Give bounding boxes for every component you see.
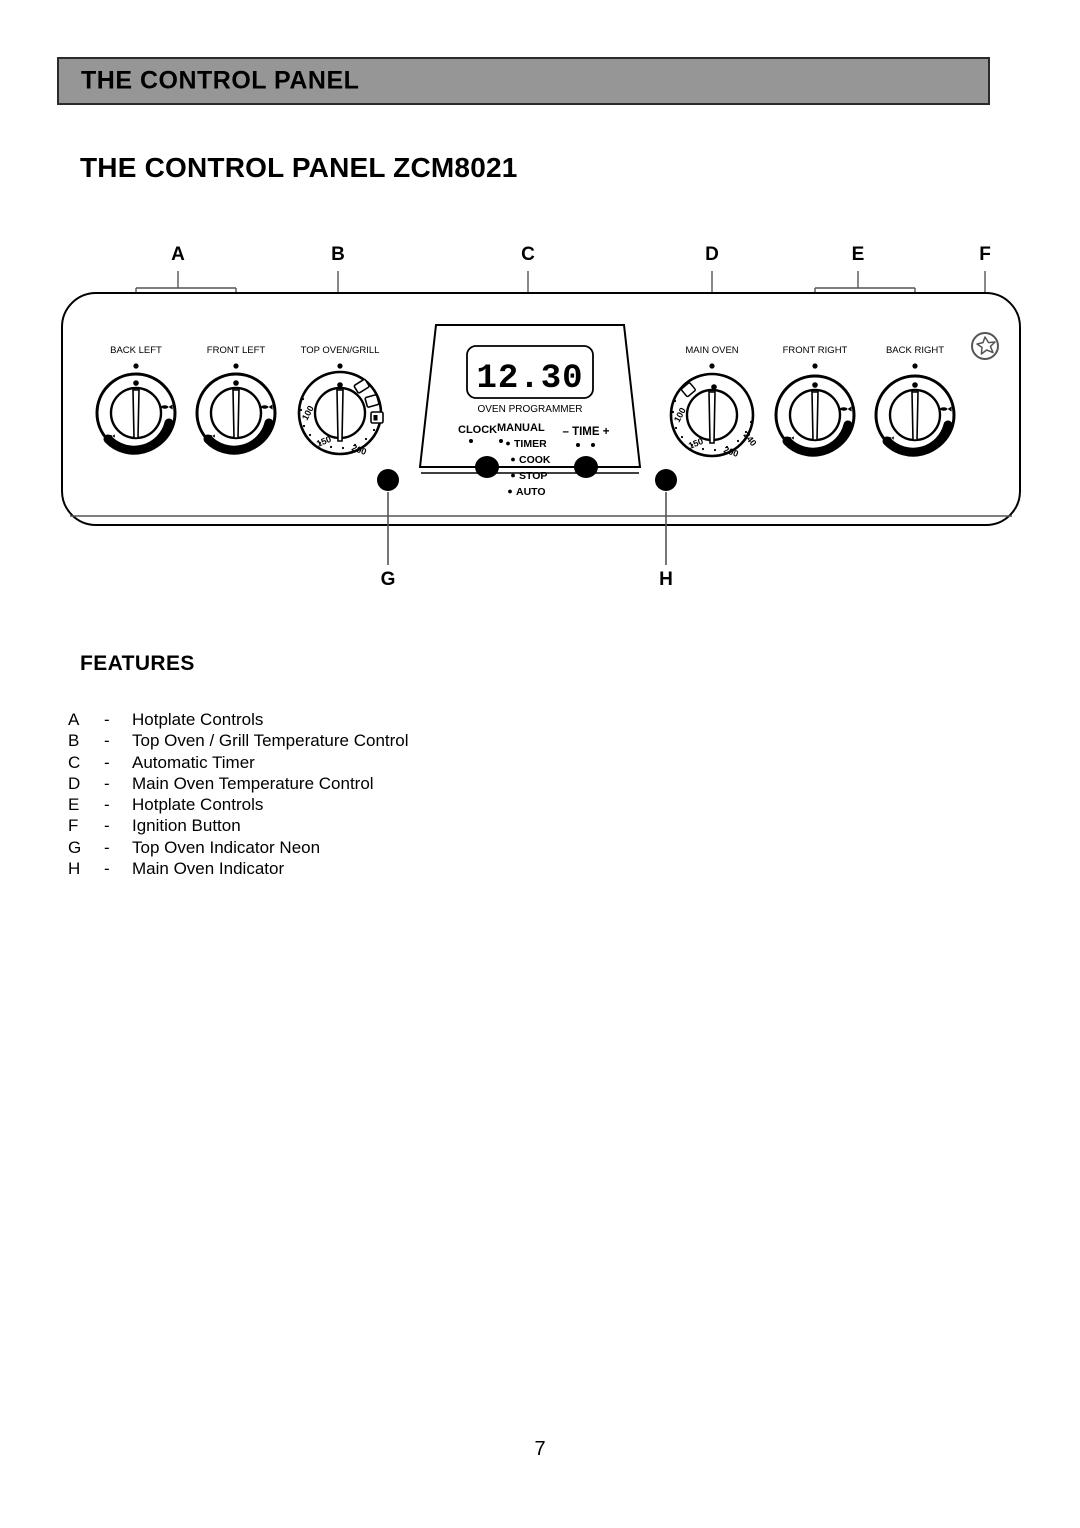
callout-letter-h: H xyxy=(659,569,673,590)
page-header-title: THE CONTROL PANEL xyxy=(81,66,360,95)
knob-index-dot-back-left xyxy=(133,363,139,369)
knob-top-dot-back-left xyxy=(133,380,139,386)
feature-label: Automatic Timer xyxy=(132,752,255,772)
feature-key: A xyxy=(68,710,80,729)
feature-key: B xyxy=(68,731,80,751)
programmer-mode-auto: AUTO xyxy=(516,486,546,498)
programmer-time-minus-dot xyxy=(576,443,580,447)
feature-row-c: C - Automatic Timer xyxy=(68,753,668,774)
programmer-mode-dot-cook xyxy=(511,457,515,462)
page-number: 7 xyxy=(534,1438,546,1460)
feature-key: F xyxy=(68,816,79,836)
knob-label-back-left: BACK LEFT xyxy=(110,345,162,356)
feature-dash: - xyxy=(104,773,110,793)
knob-pointer-front-right xyxy=(811,391,819,441)
knob-label-top-oven-grill: TOP OVEN/GRILL xyxy=(301,345,380,356)
control-panel-diagram: A B C D E F BACK LEFT FRONT LEFT TOP OVE… xyxy=(0,235,1080,595)
section-title: THE CONTROL PANEL ZCM8021 xyxy=(80,152,518,183)
knob-index-dot-top-oven-grill xyxy=(337,363,343,369)
programmer-mode-button xyxy=(475,456,499,478)
feature-row-d: D - Main Oven Temperature Control xyxy=(68,774,668,795)
knob-label-main-oven: MAIN OVEN xyxy=(685,345,738,356)
feature-label: Top Oven Indicator Neon xyxy=(132,837,321,857)
callout-letter-a: A xyxy=(171,244,185,265)
feature-key: D xyxy=(68,773,81,793)
knob-pointer-front-left xyxy=(232,389,240,439)
feature-row-h: H - Main Oven Indicator xyxy=(68,859,668,880)
feature-label: Main Oven Indicator xyxy=(132,859,285,879)
knob-index-dot-main-oven xyxy=(709,363,715,369)
callout-letters-bottom: G H xyxy=(381,569,673,590)
knob-pointer-main-oven xyxy=(708,391,716,444)
programmer-clock-label: CLOCK xyxy=(458,424,497,436)
feature-dash: - xyxy=(104,752,110,772)
programmer-mode-dot-timer xyxy=(506,441,510,446)
features-heading: FEATURES xyxy=(80,652,195,675)
callout-letters-top: A B C D E F xyxy=(171,244,991,265)
programmer-manual-dot xyxy=(499,439,503,443)
programmer-clock-dot xyxy=(469,439,473,443)
programmer-mode-dot-auto xyxy=(508,489,512,494)
programmer-display-value: 12.30 xyxy=(476,360,583,398)
oven-symbol-icon xyxy=(364,394,380,408)
knob-index-dot-front-right xyxy=(812,363,818,369)
feature-label: Hotplate Controls xyxy=(132,710,264,729)
top-oven-indicator-neon xyxy=(377,469,399,491)
programmer-time-plus-dot xyxy=(591,443,595,447)
feature-key: H xyxy=(68,859,81,879)
knob-label-front-left: FRONT LEFT xyxy=(207,345,266,356)
knob-index-dot-front-left xyxy=(233,363,239,369)
callout-letter-b: B xyxy=(331,244,345,265)
knob-index-dot-back-right xyxy=(912,363,918,369)
knob-top-dot-front-left xyxy=(233,380,239,386)
callout-letter-g: G xyxy=(381,569,396,590)
programmer-manual-label: MANUAL xyxy=(497,422,545,434)
feature-row-g: G - Top Oven Indicator Neon xyxy=(68,838,668,859)
programmer-time-label: – TIME + xyxy=(563,426,610,438)
knob-top-dot-front-right xyxy=(812,382,818,388)
callout-letter-f: F xyxy=(979,244,991,265)
feature-key: E xyxy=(68,795,80,815)
page-header-bar: THE CONTROL PANEL xyxy=(57,57,990,105)
knob-pointer-top-oven-grill xyxy=(336,389,344,442)
feature-label: Hotplate Controls xyxy=(132,795,264,815)
knob-pointer-back-left xyxy=(132,389,140,439)
programmer-caption: OVEN PROGRAMMER xyxy=(477,404,582,415)
callout-letter-c: C xyxy=(521,244,535,265)
feature-label: Main Oven Temperature Control xyxy=(132,773,374,793)
feature-label: Top Oven / Grill Temperature Control xyxy=(132,731,409,751)
feature-key: C xyxy=(68,752,81,772)
manual-page: THE CONTROL PANEL THE CONTROL PANEL ZCM8… xyxy=(0,0,1080,1528)
feature-dash: - xyxy=(104,795,110,815)
programmer-mode-timer: TIMER xyxy=(514,438,547,450)
feature-dash: - xyxy=(104,731,110,751)
programmer-mode-stop: STOP xyxy=(519,470,547,482)
features-list: A - Hotplate Controls B - Top Oven / Gri… xyxy=(68,710,668,880)
knob-label-back-right: BACK RIGHT xyxy=(886,345,944,356)
feature-row-f: F - Ignition Button xyxy=(68,816,668,837)
ignition-button[interactable] xyxy=(971,332,999,360)
feature-dash: - xyxy=(104,710,110,729)
feature-key: G xyxy=(68,837,82,857)
programmer-time-button xyxy=(574,456,598,478)
feature-dash: - xyxy=(104,837,110,857)
callout-letter-e: E xyxy=(852,244,865,265)
callout-letter-d: D xyxy=(705,244,719,265)
programmer-mode-dot-stop xyxy=(511,473,515,478)
main-oven-indicator xyxy=(655,469,677,491)
knob-label-front-right: FRONT RIGHT xyxy=(783,345,848,356)
feature-label: Ignition Button xyxy=(132,816,241,836)
programmer-mode-cook: COOK xyxy=(519,454,551,466)
feature-dash: - xyxy=(104,816,110,836)
feature-row-a: A - Hotplate Controls xyxy=(68,710,668,731)
feature-row-e: E - Hotplate Controls xyxy=(68,795,668,816)
feature-row-b: B - Top Oven / Grill Temperature Control xyxy=(68,731,668,752)
knob-top-dot-back-right xyxy=(912,382,918,388)
feature-dash: - xyxy=(104,859,110,879)
knob-pointer-back-right xyxy=(911,391,919,441)
